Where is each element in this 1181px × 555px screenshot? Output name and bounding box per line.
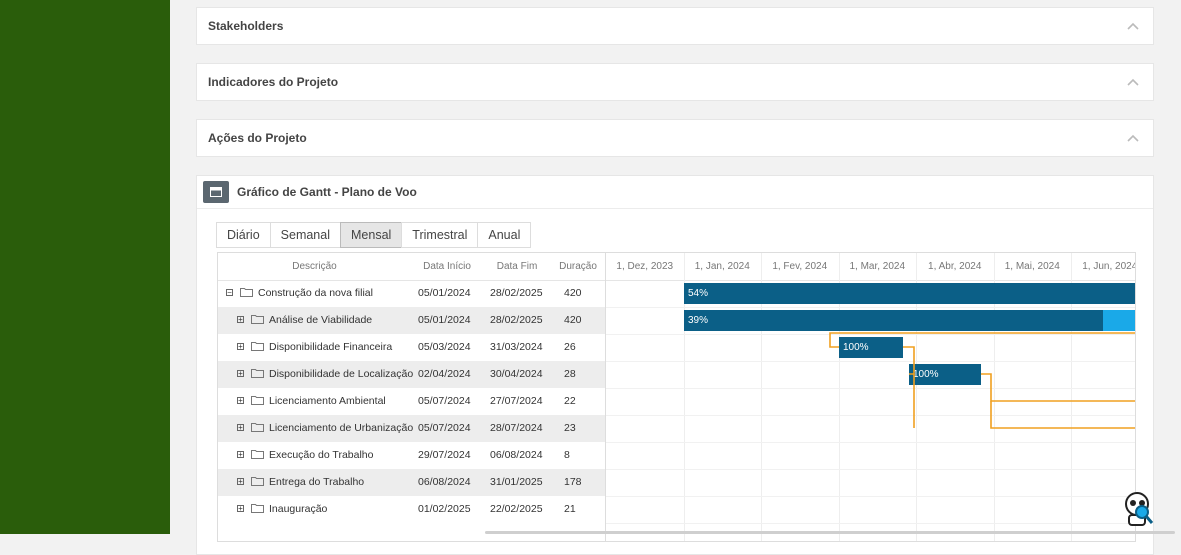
tab-semanal[interactable]: Semanal	[269, 222, 341, 248]
view-tabs: Diário Semanal Mensal Trimestral Anual	[216, 222, 532, 248]
gantt-panel: Gráfico de Gantt - Plano de Voo Diário Se…	[196, 175, 1154, 555]
chevron-up-icon[interactable]	[1124, 129, 1142, 147]
dependency-links	[829, 332, 1135, 429]
gantt-grid: Descrição Data Início Data Fim Duração 1…	[217, 252, 1136, 542]
tab-mensal[interactable]: Mensal	[340, 222, 403, 248]
dependency-link	[829, 332, 1135, 348]
actions-panel[interactable]: Ações do Projeto	[196, 119, 1154, 157]
dependency-link	[990, 401, 1135, 429]
panel-title: Stakeholders	[208, 19, 284, 33]
tab-diário[interactable]: Diário	[216, 222, 271, 248]
chevron-up-icon[interactable]	[1124, 17, 1142, 35]
sidebar	[0, 0, 170, 534]
dependency-link	[903, 346, 915, 375]
panel-title: Indicadores do Projeto	[208, 75, 339, 89]
tab-anual[interactable]: Anual	[477, 222, 532, 248]
stakeholders-panel[interactable]: Stakeholders	[196, 7, 1154, 45]
chevron-up-icon[interactable]	[1124, 73, 1142, 91]
gantt-title: Gráfico de Gantt - Plano de Voo	[237, 185, 417, 199]
tab-trimestral[interactable]: Trimestral	[401, 222, 479, 248]
window-icon[interactable]	[203, 181, 229, 203]
indicators-panel[interactable]: Indicadores do Projeto	[196, 63, 1154, 101]
chatbot-icon[interactable]	[1120, 490, 1158, 530]
panel-title: Ações do Projeto	[208, 131, 307, 145]
dependency-link	[981, 373, 1135, 402]
